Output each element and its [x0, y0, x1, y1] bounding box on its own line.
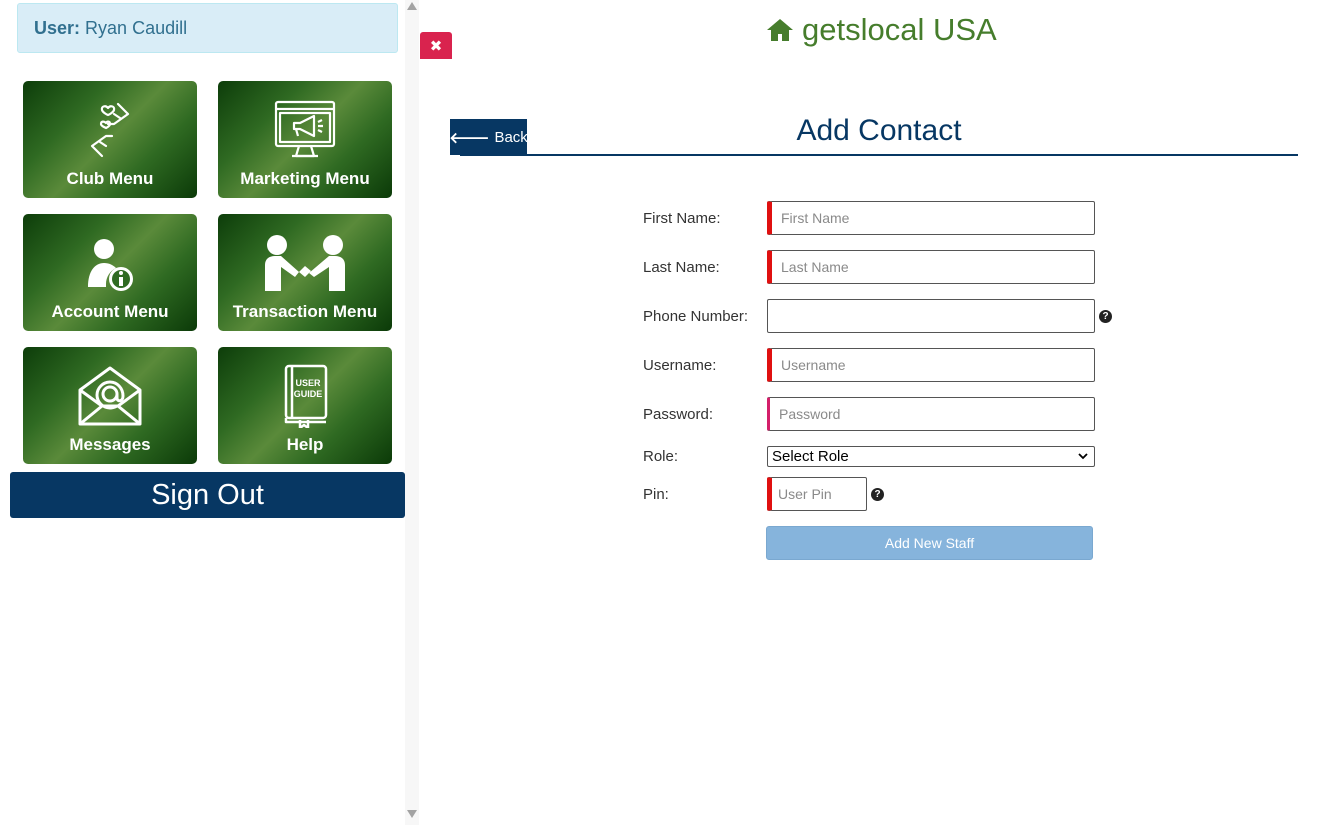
user-name: Ryan Caudill — [85, 18, 188, 38]
last-name-field[interactable] — [767, 250, 1095, 284]
scroll-down-arrow-icon[interactable] — [407, 810, 417, 818]
username-field[interactable] — [767, 348, 1095, 382]
brand-name: getslocal USA — [802, 12, 997, 47]
phone-help-icon[interactable]: ? — [1099, 310, 1112, 323]
envelope-at-icon — [23, 361, 197, 431]
phone-number-label: Phone Number: — [643, 308, 749, 325]
messages-tile[interactable]: Messages — [23, 347, 197, 464]
username-label: Username: — [643, 357, 717, 374]
back-label: Back — [494, 128, 528, 146]
account-menu-tile[interactable]: Account Menu — [23, 214, 197, 331]
role-select[interactable]: Select Role — [767, 446, 1095, 467]
transaction-menu-label: Transaction Menu — [232, 302, 378, 321]
page-title: Add Contact — [796, 114, 962, 147]
user-info-box: User: Ryan Caudill — [17, 3, 398, 53]
hands-heart-icon — [23, 95, 197, 165]
club-menu-tile[interactable]: Club Menu — [23, 81, 197, 198]
scroll-up-arrow-icon[interactable] — [407, 2, 417, 10]
marketing-menu-tile[interactable]: Marketing Menu — [218, 81, 392, 198]
arrow-left-icon: 🡐 — [449, 129, 490, 147]
user-guide-icon: USER GUIDE — [218, 361, 392, 431]
user-label: User: — [34, 18, 81, 38]
messages-label: Messages — [69, 435, 151, 454]
phone-number-field[interactable] — [767, 299, 1095, 333]
last-name-label: Last Name: — [643, 259, 720, 276]
add-new-staff-button[interactable]: Add New Staff — [766, 526, 1093, 560]
help-tile[interactable]: USER GUIDE Help — [218, 347, 392, 464]
user-guide-text-2: GUIDE — [294, 389, 323, 399]
pin-label: Pin: — [643, 486, 669, 503]
close-sidebar-button[interactable]: ✖ — [420, 32, 452, 59]
club-menu-label: Club Menu — [66, 169, 154, 188]
pin-help-icon[interactable]: ? — [871, 488, 884, 501]
password-field[interactable] — [767, 397, 1095, 431]
sign-out-button[interactable]: Sign Out — [10, 472, 405, 518]
marketing-menu-label: Marketing Menu — [240, 169, 370, 188]
sidebar-scrollbar[interactable] — [405, 0, 419, 825]
megaphone-monitor-icon — [218, 95, 392, 165]
account-menu-label: Account Menu — [51, 302, 169, 321]
help-label: Help — [286, 435, 324, 454]
role-selected-value: Select Role — [772, 448, 849, 465]
pin-field[interactable] — [767, 477, 867, 511]
user-guide-text-1: USER — [295, 378, 321, 388]
user-info-icon — [23, 228, 197, 298]
brand-header[interactable]: getslocal USA — [766, 10, 997, 50]
role-label: Role: — [643, 448, 679, 465]
close-icon: ✖ — [429, 37, 443, 55]
first-name-field[interactable] — [767, 201, 1095, 235]
handshake-icon — [218, 228, 392, 298]
back-button[interactable]: 🡐 Back — [449, 119, 528, 155]
sidebar: User: Ryan Caudill Club Menu Marketing M… — [0, 0, 405, 838]
password-label: Password: — [643, 406, 714, 423]
first-name-label: First Name: — [643, 210, 721, 227]
title-divider — [460, 154, 1298, 156]
transaction-menu-tile[interactable]: Transaction Menu — [218, 214, 392, 331]
chevron-down-icon — [1078, 453, 1088, 460]
home-icon — [767, 19, 793, 41]
